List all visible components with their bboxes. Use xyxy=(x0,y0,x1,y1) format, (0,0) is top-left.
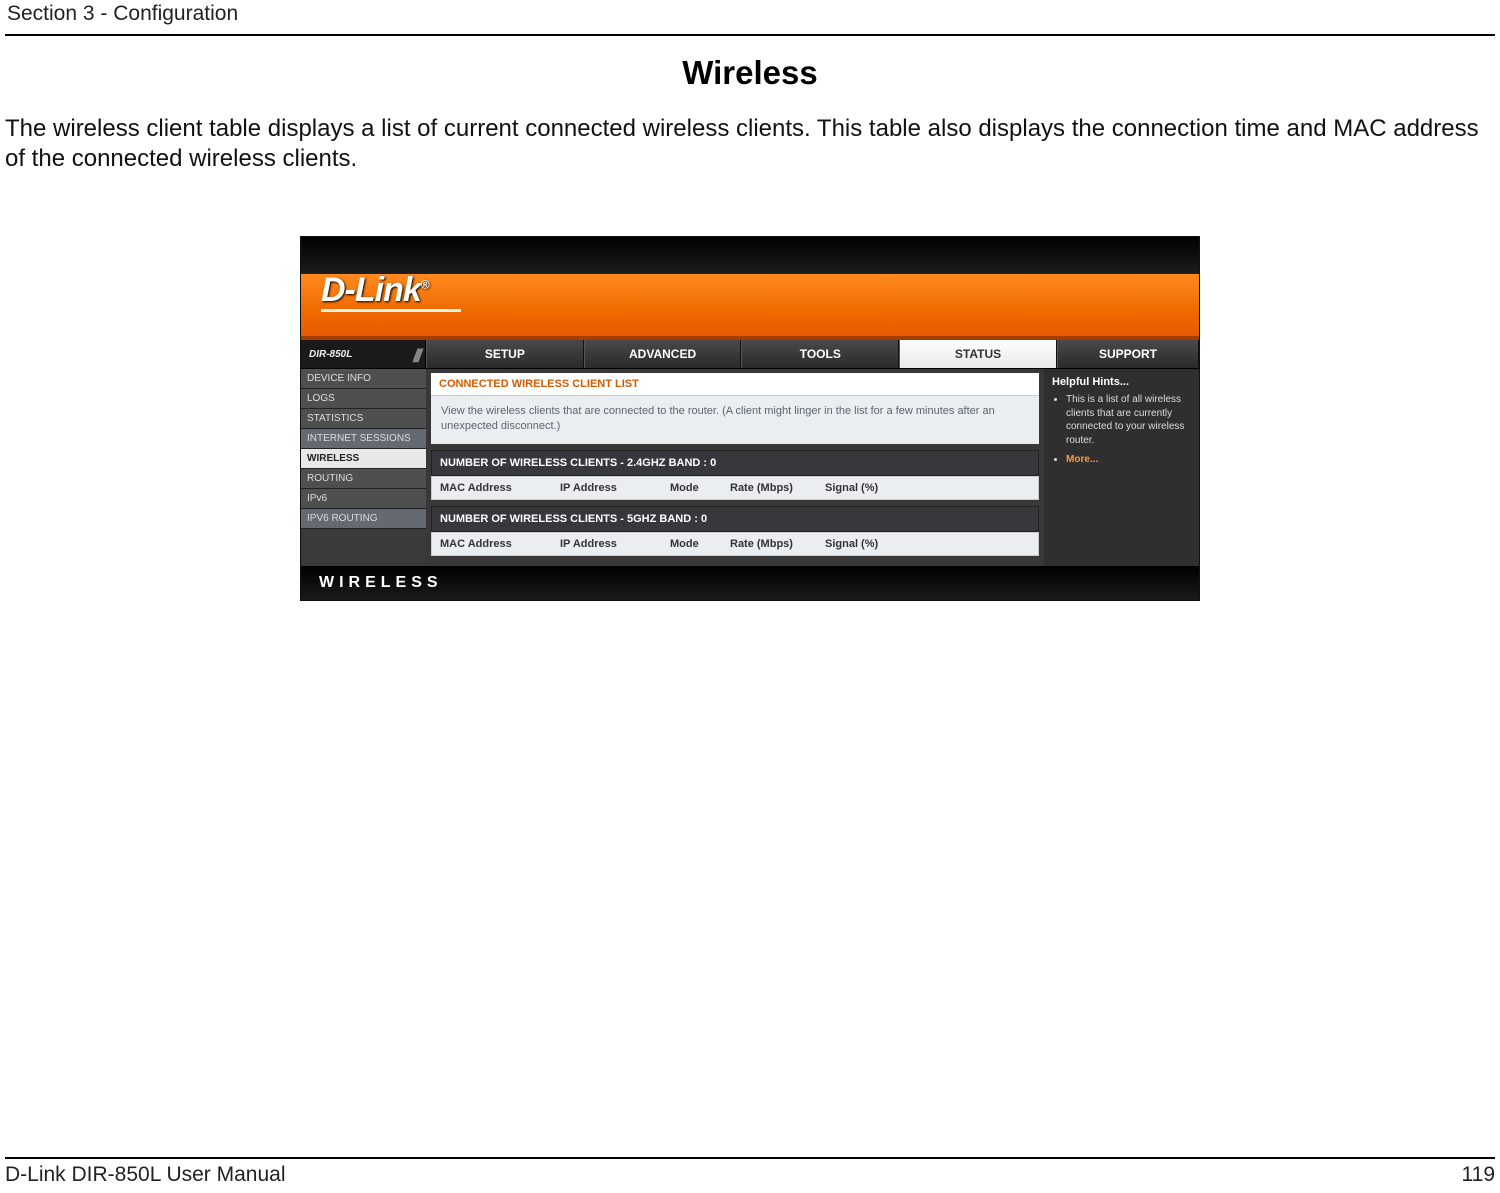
product-model: DIR-850L /// xyxy=(301,340,426,368)
page-title: Wireless xyxy=(5,54,1495,92)
sidebar-item-ipv6-routing[interactable]: IPV6 ROUTING xyxy=(301,509,426,529)
footer-page-number: 119 xyxy=(1462,1163,1495,1187)
col-signal: Signal (%) xyxy=(825,538,905,550)
section-label: Section 3 - Configuration xyxy=(7,2,238,26)
sidebar-item-routing[interactable]: ROUTING xyxy=(301,469,426,489)
dlink-logo: D-Link® xyxy=(321,271,429,310)
tab-support[interactable]: SUPPORT xyxy=(1057,340,1199,368)
col-rate: Rate (Mbps) xyxy=(730,482,825,494)
band-5ghz-header: NUMBER OF WIRELESS CLIENTS - 5GHZ BAND :… xyxy=(431,506,1039,532)
col-mode: Mode xyxy=(670,482,730,494)
panel-title: CONNECTED WIRELESS CLIENT LIST xyxy=(431,373,1039,396)
tab-status[interactable]: STATUS xyxy=(899,340,1057,368)
col-mac: MAC Address xyxy=(440,482,560,494)
panel-description: View the wireless clients that are conne… xyxy=(431,396,1039,444)
router-admin-screenshot: D-Link® DIR-850L /// SETUP ADVANCED TOOL… xyxy=(300,236,1200,601)
hints-title: Helpful Hints... xyxy=(1052,373,1191,393)
sidebar-item-statistics[interactable]: STATISTICS xyxy=(301,409,426,429)
col-signal: Signal (%) xyxy=(825,482,905,494)
divider-top xyxy=(5,34,1495,36)
router-header: D-Link® xyxy=(301,237,1199,339)
sidebar-item-logs[interactable]: LOGS xyxy=(301,389,426,409)
col-ip: IP Address xyxy=(560,538,670,550)
divider-bottom xyxy=(5,1157,1495,1159)
router-footer-category: WIRELESS xyxy=(301,566,1199,600)
band-24ghz-header: NUMBER OF WIRELESS CLIENTS - 2.4GHZ BAND… xyxy=(431,450,1039,476)
intro-paragraph: The wireless client table displays a lis… xyxy=(5,114,1495,174)
col-mac: MAC Address xyxy=(440,538,560,550)
col-mode: Mode xyxy=(670,538,730,550)
tab-advanced[interactable]: ADVANCED xyxy=(584,340,742,368)
helpful-hints-panel: Helpful Hints... This is a list of all w… xyxy=(1044,369,1199,566)
sidebar-item-internet-sessions[interactable]: INTERNET SESSIONS xyxy=(301,429,426,449)
footer-manual-name: D-Link DIR-850L User Manual xyxy=(5,1163,286,1187)
sidebar-item-ipv6[interactable]: IPv6 xyxy=(301,489,426,509)
sidebar-item-wireless[interactable]: WIRELESS xyxy=(301,449,426,469)
left-sidebar: DEVICE INFO LOGS STATISTICS INTERNET SES… xyxy=(301,369,426,566)
main-content: CONNECTED WIRELESS CLIENT LIST View the … xyxy=(426,369,1044,566)
tab-setup[interactable]: SETUP xyxy=(426,340,584,368)
table-header-5ghz: MAC Address IP Address Mode Rate (Mbps) … xyxy=(431,532,1039,556)
tab-tools[interactable]: TOOLS xyxy=(741,340,899,368)
top-nav: DIR-850L /// SETUP ADVANCED TOOLS STATUS… xyxy=(301,339,1199,369)
table-header-24ghz: MAC Address IP Address Mode Rate (Mbps) … xyxy=(431,476,1039,500)
hint-item: This is a list of all wireless clients t… xyxy=(1066,393,1191,447)
sidebar-item-device-info[interactable]: DEVICE INFO xyxy=(301,369,426,389)
col-ip: IP Address xyxy=(560,482,670,494)
hints-more-link[interactable]: More... xyxy=(1066,454,1098,465)
col-rate: Rate (Mbps) xyxy=(730,538,825,550)
